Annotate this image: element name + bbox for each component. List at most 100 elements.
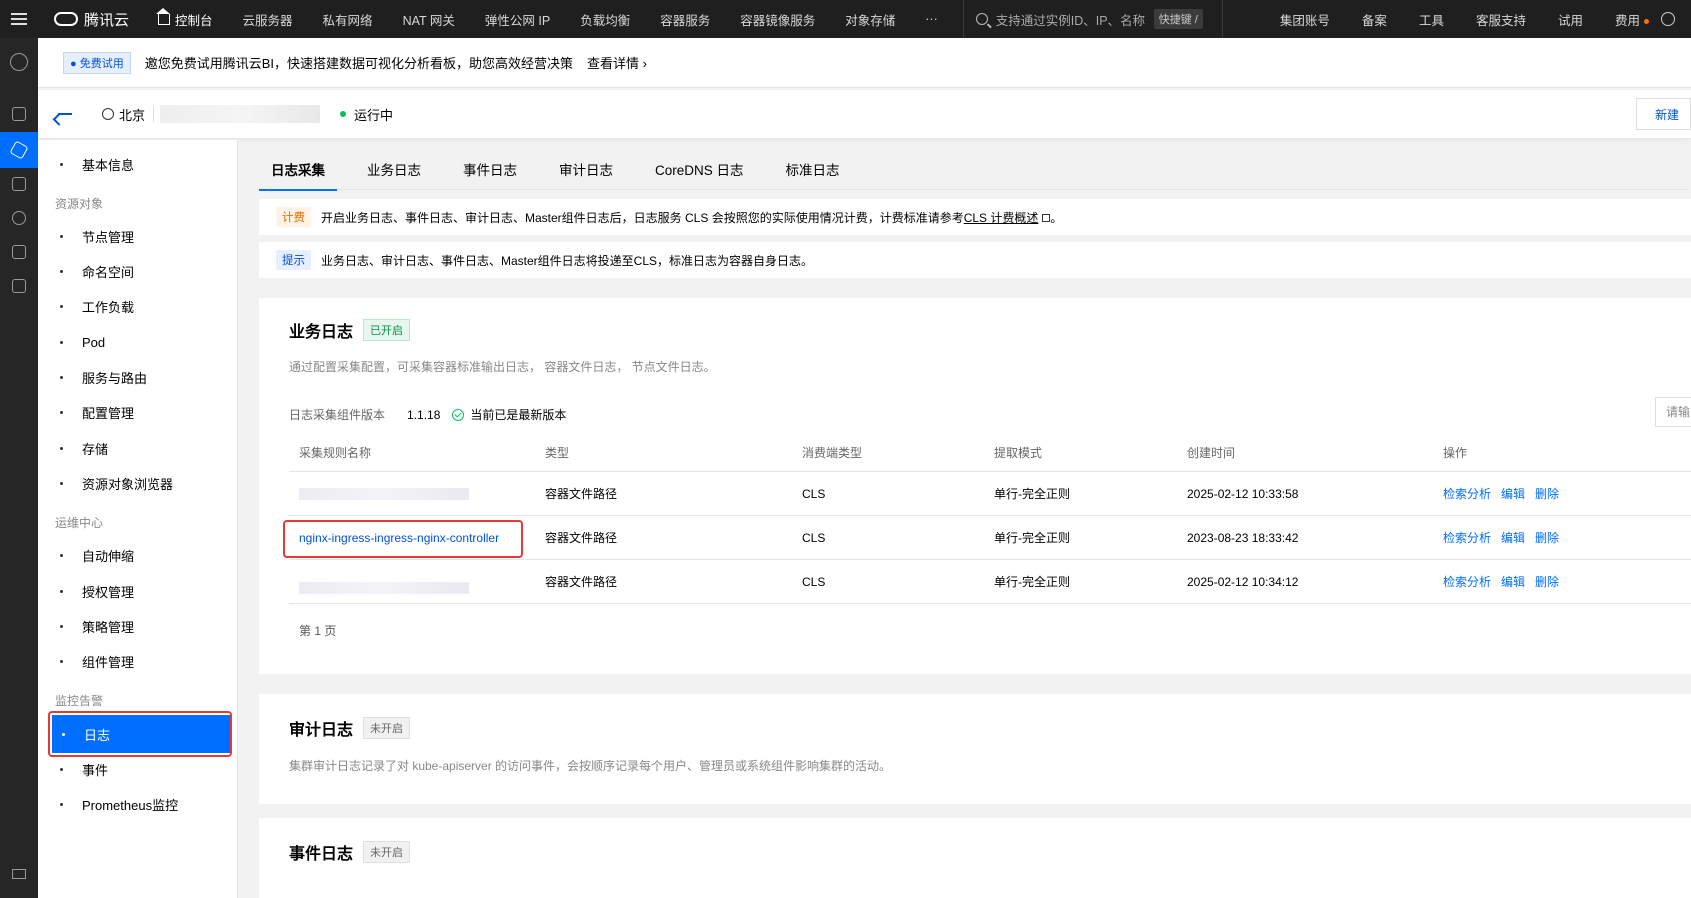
product-center-icon[interactable]: [0, 44, 38, 80]
nav-filing[interactable]: 备案: [1346, 10, 1403, 29]
help-icon[interactable]: [1661, 12, 1675, 26]
nav-item[interactable]: 容器服务: [645, 10, 725, 29]
delete-link[interactable]: 删除: [1535, 485, 1559, 502]
consumer-cell: CLS: [802, 486, 826, 501]
status-badge: 未开启: [363, 841, 411, 863]
rule-name-cell: [289, 487, 545, 500]
sidebar-item-policy[interactable]: 策略管理: [50, 607, 232, 645]
left-rail: [0, 38, 38, 898]
delete-link[interactable]: 删除: [1535, 573, 1559, 590]
banner-text: 邀您免费试用腾讯云BI，快速搭建数据可视化分析看板，助您高效经营决策: [144, 56, 573, 71]
search-analysis-link[interactable]: 检索分析: [1443, 485, 1491, 502]
tab-event-log[interactable]: 事件日志: [451, 160, 529, 190]
tab-business-log[interactable]: 业务日志: [355, 160, 433, 190]
rule-name-cell: [289, 570, 545, 594]
search-placeholder: 支持通过实例ID、IP、名称: [995, 13, 1146, 28]
tab-log-collection[interactable]: 日志采集: [259, 160, 337, 191]
brand-logo[interactable]: 腾讯云: [38, 9, 143, 30]
edit-link[interactable]: 编辑: [1501, 573, 1525, 590]
billing-notice: 计费 开启业务日志、事件日志、审计日志、Master组件日志后，日志服务 CLS…: [259, 199, 1691, 235]
edit-link[interactable]: 编辑: [1501, 485, 1525, 502]
tab-standard-log[interactable]: 标准日志: [774, 160, 852, 190]
global-search[interactable]: 支持通过实例ID、IP、名称 快捷键 /: [962, 0, 1223, 38]
tab-coredns-log[interactable]: CoreDNS 日志: [643, 160, 756, 190]
rule-search-input[interactable]: 请输入: [1655, 397, 1691, 427]
sidebar-item-autoscaling[interactable]: 自动伸缩: [50, 536, 232, 574]
audit-log-card: 审计日志 未开启 集群审计日志记录了对 kube-apiserver 的访问事件…: [259, 694, 1691, 804]
nav-item[interactable]: 容器镜像服务: [725, 10, 830, 29]
sidebar-item-label: 策略管理: [82, 619, 135, 635]
sidebar-item-label: 存储: [82, 441, 109, 457]
cls-billing-link[interactable]: CLS 计费概述: [964, 211, 1039, 225]
sidebar-item-label: 组件管理: [82, 654, 135, 670]
cube-icon[interactable]: [0, 234, 38, 270]
tab-audit-log[interactable]: 审计日志: [547, 160, 625, 190]
back-arrow-icon[interactable]: [58, 113, 72, 115]
consumer-cell: CLS: [802, 530, 826, 545]
nav-item[interactable]: 弹性公网 IP: [470, 10, 565, 29]
sidebar-item-workloads[interactable]: 工作负载: [50, 287, 232, 325]
card-title-text: 审计日志: [289, 722, 354, 739]
nav-trial[interactable]: 试用: [1542, 10, 1599, 29]
sidebar-group-monitoring: 监控告警: [55, 694, 104, 708]
nav-tools[interactable]: 工具: [1403, 10, 1460, 29]
nav-console-label: 控制台: [175, 13, 213, 28]
sidebar-item-services[interactable]: 服务与路由: [50, 358, 232, 396]
audit-log-title: 审计日志 未开启: [289, 716, 411, 740]
sidebar-item-label: Prometheus监控: [82, 797, 179, 813]
delete-link[interactable]: 删除: [1535, 529, 1559, 546]
shield-icon[interactable]: [0, 268, 38, 304]
sidebar-item-addons[interactable]: 组件管理: [50, 642, 232, 680]
sidebar-item-basic-info[interactable]: 基本信息: [50, 145, 232, 183]
nav-item[interactable]: 对象存储: [830, 10, 910, 29]
menu-icon[interactable]: [0, 0, 38, 38]
sidebar-item-config[interactable]: 配置管理: [50, 393, 232, 431]
business-log-title: 业务日志 已开启: [289, 318, 411, 342]
type-cell: 容器文件路径: [545, 531, 618, 545]
grid-icon[interactable]: [0, 96, 38, 132]
nav-support[interactable]: 客服支持: [1460, 10, 1542, 29]
actions-cell: 检索分析 编辑 删除: [1443, 573, 1691, 590]
rules-table: 采集规则名称 类型 消费端类型 提取模式 创建时间 操作 容器文件路径 CLS …: [283, 434, 1691, 604]
search-analysis-link[interactable]: 检索分析: [1443, 573, 1491, 590]
cluster-status: 运行中: [354, 107, 394, 123]
created-cell: 2023-08-23 18:33:42: [1187, 530, 1299, 545]
nav-more[interactable]: ···: [910, 12, 953, 26]
nav-item[interactable]: 负载均衡: [565, 10, 645, 29]
container-service-icon[interactable]: [0, 132, 38, 168]
nav-billing[interactable]: 费用: [1599, 10, 1653, 29]
sidebar-item-events[interactable]: 事件: [50, 750, 232, 788]
sidebar-item-label: Pod: [82, 334, 106, 350]
sidebar-item-authorization[interactable]: 授权管理: [50, 572, 232, 610]
nav-billing-label: 费用: [1614, 13, 1640, 28]
sidebar-item-nodes[interactable]: 节点管理: [50, 217, 232, 255]
banner-details-link[interactable]: 查看详情 ›: [587, 53, 647, 72]
nav-item[interactable]: 云服务器: [228, 10, 308, 29]
type-cell: 容器文件路径: [545, 487, 618, 501]
sidebar-group-ops: 运维中心: [55, 516, 104, 530]
home-icon: [156, 7, 171, 25]
collapse-icon[interactable]: [0, 856, 38, 892]
version-label: 日志采集组件版本: [289, 408, 386, 422]
nav-item[interactable]: 私有网络: [308, 10, 388, 29]
sidebar-item-prometheus[interactable]: Prometheus监控: [50, 785, 232, 823]
new-button[interactable]: 新建: [1636, 98, 1691, 130]
sidebar-item-namespaces[interactable]: 命名空间: [50, 252, 232, 290]
monitor-icon[interactable]: [0, 166, 38, 202]
edit-link[interactable]: 编辑: [1501, 529, 1525, 546]
sidebar-item-storage[interactable]: 存储: [50, 429, 232, 467]
sidebar-item-label: 节点管理: [82, 229, 135, 245]
chart-icon[interactable]: [0, 200, 38, 236]
col-header: 创建时间: [1187, 446, 1236, 460]
nav-group-account[interactable]: 集团账号: [1264, 10, 1346, 29]
free-trial-badge: ● 免费试用: [63, 51, 131, 74]
sidebar-item-resource-browser[interactable]: 资源对象浏览器: [50, 464, 232, 502]
col-header: 操作: [1443, 446, 1468, 460]
search-analysis-link[interactable]: 检索分析: [1443, 529, 1491, 546]
shortcut-hint: 快捷键 /: [1153, 9, 1203, 29]
nav-item[interactable]: NAT 网关: [388, 10, 470, 29]
nav-console[interactable]: 控制台: [143, 7, 228, 29]
sidebar-item-pod[interactable]: Pod: [50, 323, 232, 361]
table-row: nginx-ingress-ingress-nginx-controller 容…: [283, 516, 1691, 560]
table-header: 采集规则名称 类型 消费端类型 提取模式 创建时间 操作: [289, 434, 1691, 472]
